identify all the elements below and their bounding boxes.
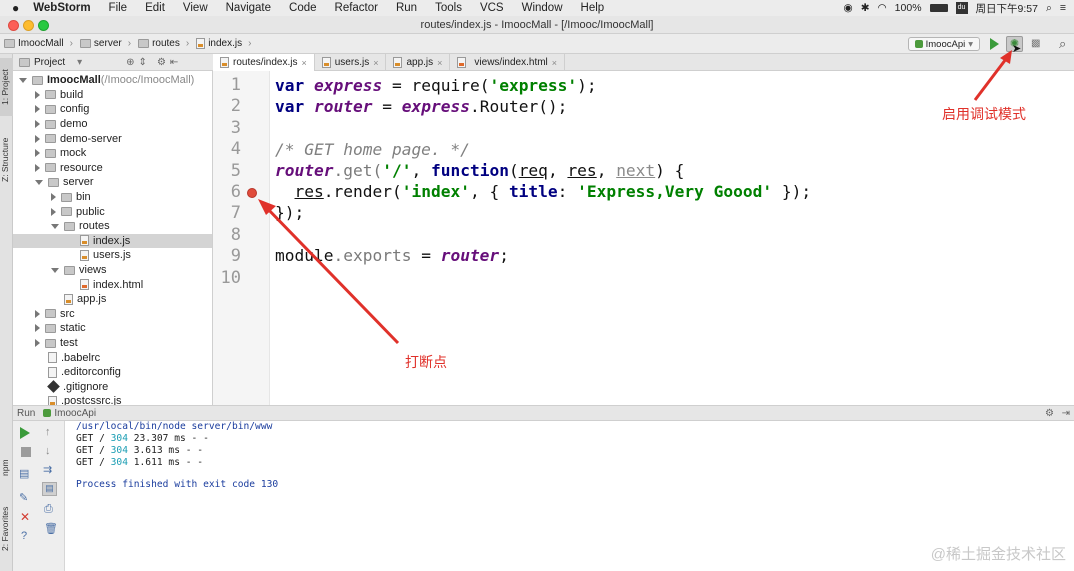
debug-arrow [973,54,1011,101]
annotation-arrows [258,50,1012,345]
watermark: @稀土掘金技术社区 [930,546,1066,563]
breakpoint-annotation: 打断点 [405,354,447,370]
debug-annotation: 启用调试模式 [942,106,1026,122]
debug-arrowhead [1000,50,1012,64]
breakpoint-arrow [262,203,400,345]
